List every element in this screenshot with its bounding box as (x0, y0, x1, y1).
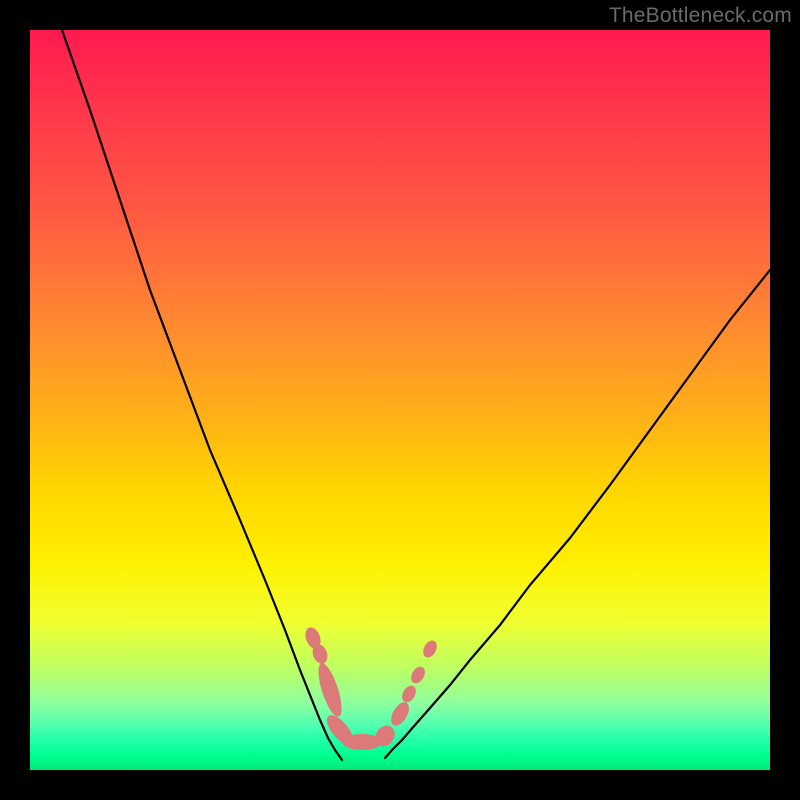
blobs-group (303, 625, 440, 750)
curve-right (385, 270, 770, 758)
plot-area (30, 30, 770, 770)
blob-9 (420, 638, 439, 660)
blob-7 (399, 683, 418, 705)
curve-left (62, 30, 342, 760)
blob-2 (314, 661, 347, 719)
blob-6 (387, 699, 412, 729)
curves-svg (30, 30, 770, 770)
blob-8 (408, 664, 427, 686)
watermark-text: TheBottleneck.com (609, 4, 792, 28)
chart-frame: TheBottleneck.com (0, 0, 800, 800)
